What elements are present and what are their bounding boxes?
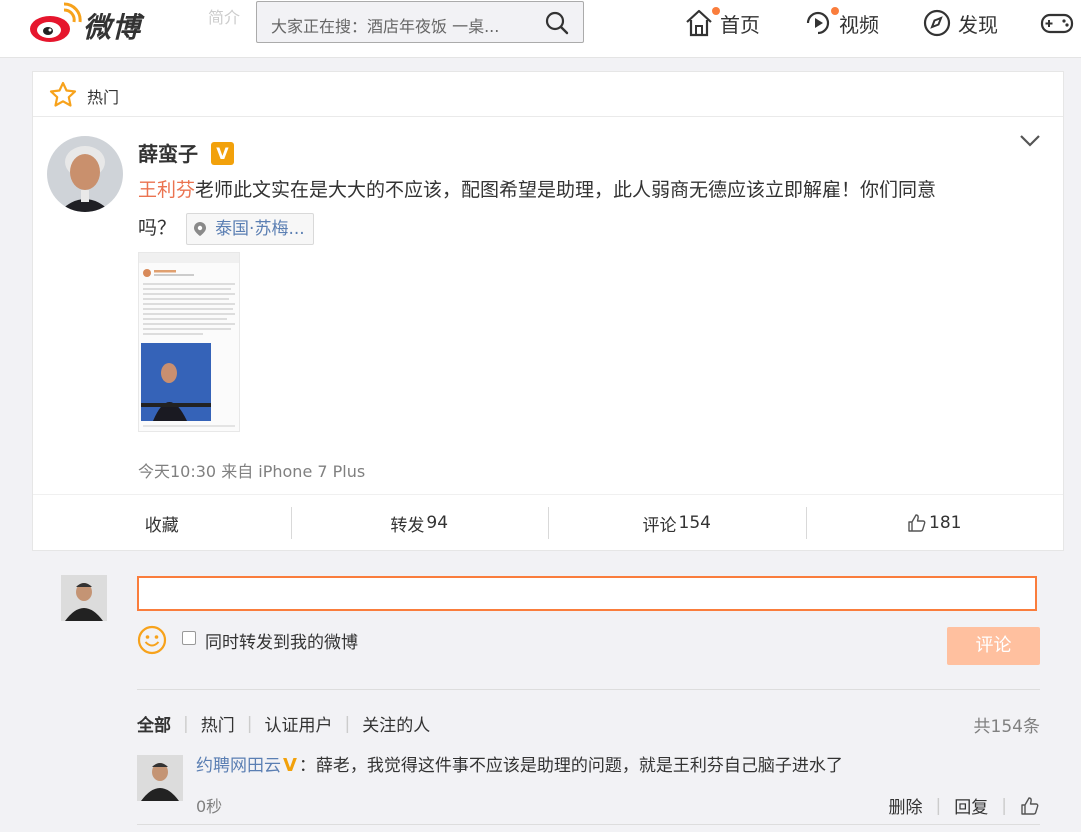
also-repost-checkbox[interactable] — [182, 631, 196, 645]
comment-item: 约聘网田云 V ：薛老，我觉得这件事不应该是助理的问题，就是王利芬自己脑子进水了 — [196, 751, 843, 776]
logo-text: 微博 — [83, 11, 142, 44]
notification-dot — [831, 7, 839, 15]
reply-comment-button[interactable]: 回复 — [954, 793, 988, 818]
author-avatar[interactable] — [47, 136, 123, 212]
weibo-eye-icon — [30, 2, 82, 42]
comment-count: 154 — [678, 513, 711, 533]
filter-all[interactable]: 全部 — [137, 711, 171, 736]
post-text-line1: 老师此文实在是大大的不应该，配图希望是助理，此人弱商无德应该立即解雇！你们同意 — [195, 179, 937, 201]
like-button[interactable]: 181 — [805, 495, 1064, 551]
chevron-down-icon[interactable] — [1019, 134, 1041, 148]
separator: | — [183, 713, 189, 734]
also-repost-label[interactable]: 同时转发到我的微博 — [205, 628, 358, 653]
post-text: 王利芬老师此文实在是大大的不应该，配图希望是助理，此人弱商无德应该立即解雇！你们… — [138, 171, 1048, 247]
location-tag[interactable]: 泰国·苏梅... — [186, 212, 314, 245]
separator: | — [344, 713, 351, 734]
compass-icon — [922, 8, 952, 38]
search-icon[interactable] — [545, 11, 569, 35]
filter-verified[interactable]: 认证用户 — [264, 711, 332, 736]
nav-discover-label: 发现 — [958, 12, 998, 37]
filter-hot[interactable]: 热门 — [201, 711, 235, 736]
comment-input[interactable] — [137, 576, 1037, 611]
notification-dot — [712, 7, 720, 15]
top-nav: 微博 简介 大家正在搜：酒店年夜饭 一桌... 首页 视频 发现 — [0, 0, 1081, 58]
divider — [137, 689, 1040, 690]
hot-section-header: 热门 — [33, 72, 1063, 117]
nav-video-label: 视频 — [839, 12, 879, 37]
commenter-name[interactable]: 约聘网田云 — [196, 756, 281, 776]
separator: | — [1001, 795, 1007, 816]
nav-home-label: 首页 — [720, 12, 760, 37]
comment-section: 同时转发到我的微博 评论 全部 | 热门 | 认证用户 | 关注的人 共154条… — [32, 551, 1064, 832]
nav-discover[interactable]: 发现 — [922, 8, 998, 38]
post-actions-bar: 收藏 转发 94 评论 154 181 — [33, 494, 1063, 551]
separator: | — [246, 713, 253, 734]
separator: | — [935, 795, 942, 816]
comment-total: 共154条 — [973, 717, 1040, 737]
submit-comment-button[interactable]: 评论 — [947, 627, 1040, 665]
commenter-avatar[interactable] — [137, 755, 183, 801]
search-input[interactable]: 大家正在搜：酒店年夜饭 一桌... — [271, 13, 533, 37]
comment-filters: 全部 | 热门 | 认证用户 | 关注的人 — [137, 711, 430, 737]
verified-badge: V — [211, 142, 234, 165]
repost-button[interactable]: 转发 94 — [290, 495, 549, 551]
like-count: 181 — [929, 513, 962, 533]
post-timestamp: 今天10:30 来自 iPhone 7 Plus — [138, 462, 366, 481]
nav-home[interactable]: 首页 — [684, 7, 760, 38]
filter-following[interactable]: 关注的人 — [362, 711, 430, 736]
post-card: 热门 薛蛮子 V 王利芬老师此文实在是大大的不应该，配图希望是助理，此人弱商无德… — [32, 71, 1064, 551]
nav-video[interactable]: 视频 — [803, 7, 879, 38]
author-name[interactable]: 薛蛮子 — [138, 138, 198, 167]
location-pin-icon — [194, 221, 207, 236]
emoji-icon[interactable] — [137, 625, 167, 655]
favorite-label: 收藏 — [144, 515, 179, 536]
nav-game[interactable] — [1040, 8, 1076, 38]
comment-label: 评论 — [642, 515, 677, 536]
weibo-logo[interactable]: 微博 — [28, 2, 156, 44]
video-icon — [803, 7, 839, 38]
gamepad-icon — [1040, 8, 1074, 38]
home-icon — [684, 7, 720, 38]
thumbs-up-icon[interactable] — [1020, 796, 1040, 816]
ghost-text: 简介 — [208, 8, 241, 27]
comment-time: 0秒 — [196, 797, 223, 816]
delete-comment-button[interactable]: 删除 — [889, 793, 923, 818]
repost-count: 94 — [426, 513, 449, 533]
hot-label: 热门 — [87, 88, 120, 107]
post-text-line2: 吗？ — [138, 217, 177, 239]
divider — [137, 824, 1040, 825]
verified-v-icon: V — [283, 755, 297, 776]
mention-link[interactable]: 王利芬 — [138, 179, 195, 201]
comment-actions: 删除 | 回复 | — [889, 793, 1040, 818]
repost-label: 转发 — [390, 515, 425, 536]
my-avatar[interactable] — [61, 575, 107, 621]
star-icon — [49, 81, 77, 107]
comment-text: ：薛老，我觉得这件事不应该是助理的问题，就是王利芬自己脑子进水了 — [298, 756, 843, 776]
comment-button[interactable]: 评论 154 — [548, 495, 806, 551]
search-box[interactable]: 大家正在搜：酒店年夜饭 一桌... — [256, 1, 584, 43]
thumbs-up-icon — [908, 514, 926, 532]
location-text: 泰国·苏梅... — [215, 218, 305, 239]
post-image-thumbnail[interactable] — [138, 252, 240, 432]
favorite-button[interactable]: 收藏 — [33, 495, 291, 551]
